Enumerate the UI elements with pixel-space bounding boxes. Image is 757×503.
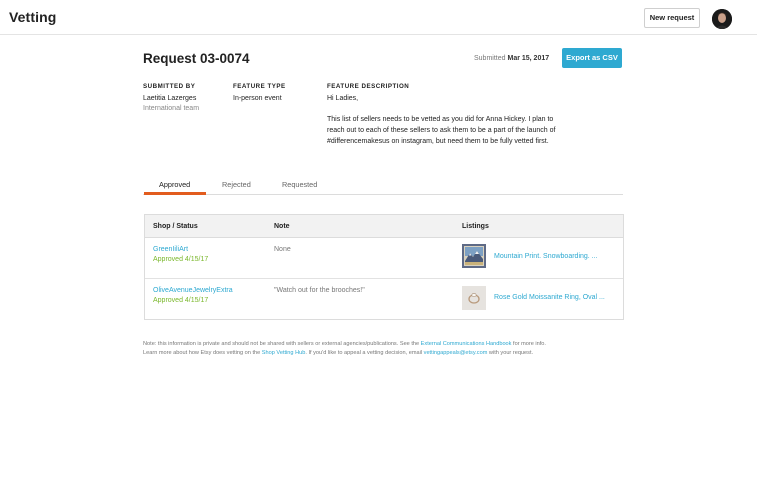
active-tab-indicator <box>144 192 206 195</box>
privacy-note-text: Note: this information is private and sh… <box>143 341 421 347</box>
feature-description-label: FEATURE DESCRIPTION <box>327 83 410 90</box>
vetting-appeals-email-link[interactable]: vettingappeals@etsy.com <box>424 350 488 356</box>
status-tabs: Approved Rejected Requested <box>143 176 623 195</box>
privacy-note: Note: this information is private and sh… <box>143 341 546 347</box>
description-line: reach out to each of these sellers to as… <box>327 127 556 134</box>
table-header: Shop / Status Note Listings <box>145 215 623 238</box>
submitted-prefix: Submitted <box>474 55 506 62</box>
row-divider <box>145 278 623 279</box>
submitted-date: Submitted Mar 15, 2017 <box>474 55 549 62</box>
tab-rejected[interactable]: Rejected <box>222 180 251 189</box>
new-request-button[interactable]: New request <box>644 8 700 28</box>
privacy-note-text: for more info. <box>511 341 546 347</box>
approved-table: Shop / Status Note Listings GreenIiliArt… <box>144 214 624 320</box>
vetting-note-text: . If you'd like to appeal a vetting deci… <box>305 350 424 356</box>
request-title: Request 03-0074 <box>143 51 250 66</box>
status-badge: Approved 4/15/17 <box>153 256 209 263</box>
shop-link[interactable]: GreenIiliArt <box>153 246 188 253</box>
tab-requested[interactable]: Requested <box>282 180 317 189</box>
submitted-by-label: SUBMITTED BY <box>143 83 196 90</box>
note-text: "Watch out for the brooches!" <box>274 287 365 294</box>
description-line: #differencemakesus on instagram, but nee… <box>327 138 549 145</box>
submitted-by-name: Laetitia Lazerges <box>143 95 197 102</box>
shop-vetting-hub-link[interactable]: Shop Vetting Hub <box>262 350 306 356</box>
listing-link[interactable]: Mountain Print. Snowboarding. ... <box>494 253 598 260</box>
description-line: Hi Ladies, <box>327 95 359 102</box>
submitted-date-value: Mar 15, 2017 <box>507 55 550 62</box>
tab-approved[interactable]: Approved <box>159 180 190 189</box>
vetting-note-text: with your request. <box>487 350 534 356</box>
mountain-print-thumbnail-icon[interactable] <box>462 244 486 268</box>
app-title: Vetting <box>9 9 57 25</box>
feature-type-label: FEATURE TYPE <box>233 83 286 90</box>
user-avatar-icon[interactable] <box>712 9 732 29</box>
description-line: This list of sellers needs to be vetted … <box>327 116 554 123</box>
listing-link[interactable]: Rose Gold Moissanite Ring, Oval ... <box>494 294 605 301</box>
shop-link[interactable]: OliveAvenueJewelryExtra <box>153 287 233 294</box>
note-text: None <box>274 246 291 253</box>
status-badge: Approved 4/15/17 <box>153 297 209 304</box>
ring-thumbnail-icon[interactable] <box>462 286 486 310</box>
external-communications-handbook-link[interactable]: External Communications Handbook <box>421 341 512 347</box>
vetting-note-text: Learn more about how Etsy does vetting o… <box>143 350 262 356</box>
top-bar: Vetting New request <box>0 0 757 35</box>
submitted-by-team: International team <box>143 105 200 112</box>
vetting-info-note: Learn more about how Etsy does vetting o… <box>143 350 533 356</box>
column-header-shop-status: Shop / Status <box>153 223 198 230</box>
column-header-listings: Listings <box>462 223 489 230</box>
column-header-note: Note <box>274 223 290 230</box>
export-csv-button[interactable]: Export as CSV <box>562 48 622 68</box>
feature-type-value: In-person event <box>233 95 282 102</box>
